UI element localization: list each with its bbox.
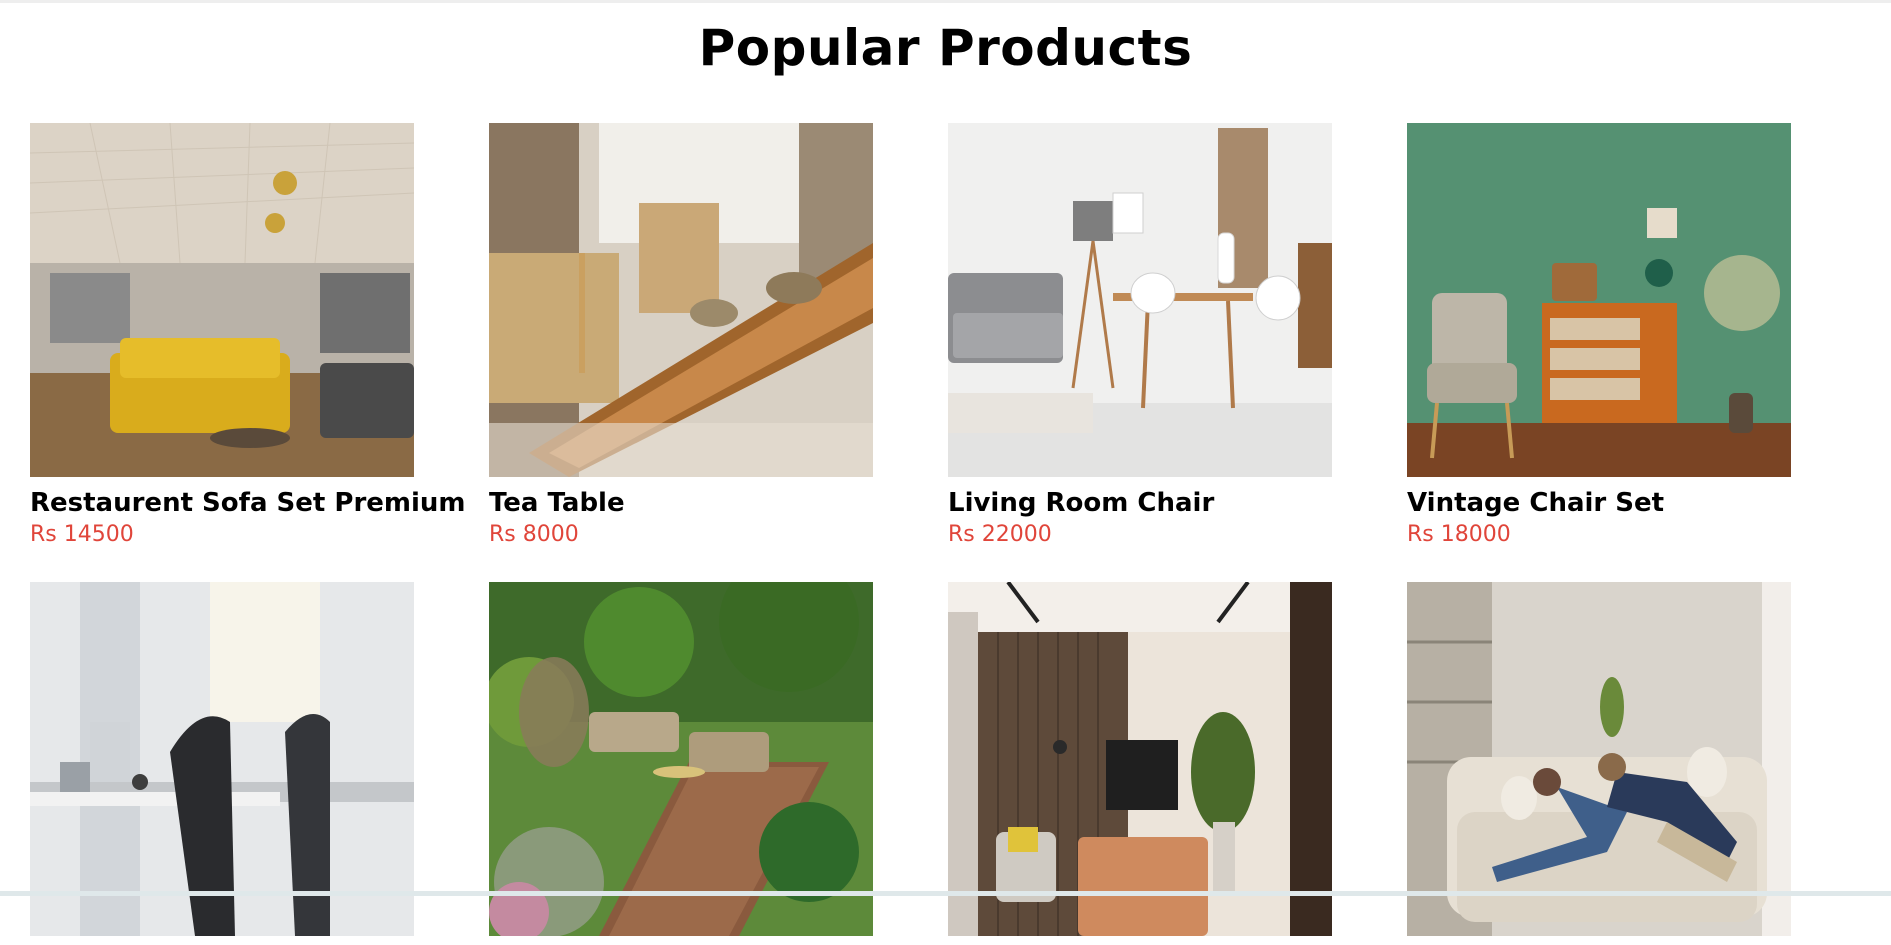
product-image[interactable] [948,582,1332,936]
product-card[interactable]: Restaurent Sofa Set Premium Rs 14500 [30,123,466,549]
bottom-border [0,891,1891,896]
product-name[interactable]: Tea Table [489,486,873,520]
top-border [0,0,1891,3]
product-card[interactable]: Living Room Chair Rs 22000 [948,123,1332,549]
product-price: Rs 22000 [948,522,1052,547]
product-name[interactable]: Vintage Chair Set [1407,486,1791,520]
product-image[interactable] [1407,582,1791,936]
product-name[interactable]: Living Room Chair [948,486,1332,520]
product-image[interactable] [1407,123,1791,477]
product-image[interactable] [30,582,414,936]
product-image[interactable] [489,123,873,477]
product-image[interactable] [30,123,414,477]
product-image[interactable] [948,123,1332,477]
product-price: Rs 18000 [1407,522,1511,547]
product-price: Rs 8000 [489,522,579,547]
page-title: Popular Products [698,19,1193,77]
product-price: Rs 14500 [30,522,134,547]
product-card[interactable]: Tea Table Rs 8000 [489,123,873,549]
product-card[interactable]: Vintage Chair Set Rs 18000 [1407,123,1791,549]
product-image[interactable] [489,582,873,936]
product-name[interactable]: Restaurent Sofa Set Premium [30,486,466,520]
